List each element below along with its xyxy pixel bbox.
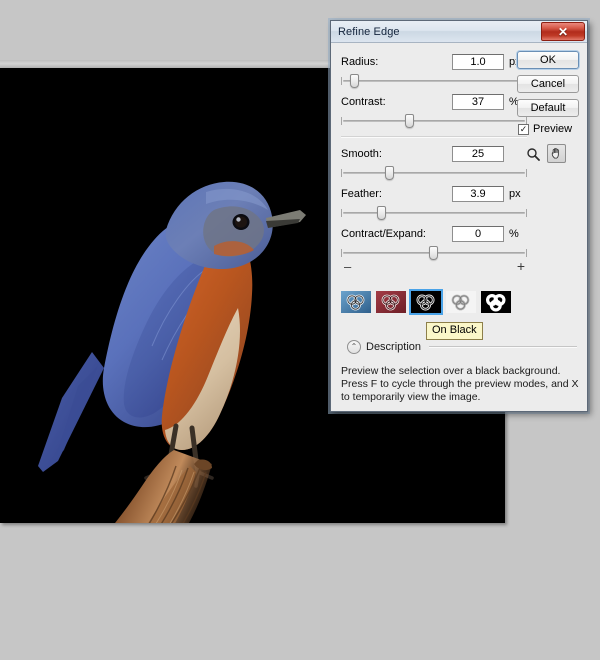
preview-mode-on-layers[interactable] <box>376 291 406 313</box>
dialog-title: Refine Edge <box>338 26 400 38</box>
ok-button[interactable]: OK <box>517 51 579 69</box>
feather-slider[interactable] <box>341 205 527 221</box>
contrast-thumb[interactable] <box>405 114 414 128</box>
preview-mode-list <box>341 291 511 313</box>
feather-track-start <box>341 209 342 217</box>
close-glyph: ✕ <box>558 25 568 39</box>
chevron-up-icon[interactable]: ⌃ <box>347 340 361 354</box>
close-icon[interactable]: ✕ <box>541 22 585 41</box>
radius-input[interactable]: 1.0 <box>452 54 504 70</box>
contrast-input[interactable]: 37 <box>452 94 504 110</box>
on-layers-thumb-icon <box>376 291 406 313</box>
feather-thumb[interactable] <box>377 206 386 220</box>
description-text: Preview the selection over a black backg… <box>341 365 579 404</box>
refine-controls: Radius: 1.0 px Contrast: 37 % <box>341 51 527 275</box>
on-black-thumb-icon <box>411 291 441 313</box>
cancel-button[interactable]: Cancel <box>517 75 579 93</box>
contrast-label: Contrast: <box>341 96 452 108</box>
smooth-thumb[interactable] <box>385 166 394 180</box>
smooth-label: Smooth: <box>341 148 452 160</box>
feather-track-end <box>526 209 527 217</box>
contract-expand-hints: – + <box>341 263 527 275</box>
dialog-tools <box>523 144 579 163</box>
preview-mode-standard[interactable] <box>341 291 371 313</box>
description-rule <box>429 346 577 348</box>
zoom-tool-icon[interactable] <box>523 144 542 163</box>
magnifier-glyph <box>526 147 540 161</box>
contract-expand-input[interactable]: 0 <box>452 226 504 242</box>
dialog-actions: OK Cancel Default ✓ Preview <box>517 51 579 163</box>
photoshop-workspace: Refine Edge ✕ Radius: 1.0 px <box>0 0 600 660</box>
preview-checkbox[interactable]: ✓ <box>518 124 529 135</box>
minus-icon: – <box>344 259 351 274</box>
ce-track-start <box>341 249 342 257</box>
smooth-track <box>343 172 525 174</box>
smooth-input[interactable]: 25 <box>452 146 504 162</box>
preview-mode-on-black[interactable] <box>411 291 441 313</box>
default-button[interactable]: Default <box>517 99 579 117</box>
smooth-track-end <box>526 169 527 177</box>
feather-input[interactable]: 3.9 <box>452 186 504 202</box>
preview-mode-mask[interactable] <box>481 291 511 313</box>
smooth-slider[interactable] <box>341 165 527 181</box>
preview-mode-tooltip: On Black <box>426 322 483 340</box>
on-white-thumb-icon <box>446 291 476 313</box>
feather-label: Feather: <box>341 188 452 200</box>
description-header[interactable]: ⌃ Description <box>347 340 577 354</box>
contract-expand-unit: % <box>509 228 527 240</box>
radius-track <box>343 80 525 82</box>
preview-toggle[interactable]: ✓ Preview <box>518 123 579 135</box>
contrast-slider[interactable] <box>341 113 527 129</box>
contrast-row: Contrast: 37 % <box>341 93 527 111</box>
description-title: Description <box>366 341 421 353</box>
radius-slider[interactable] <box>341 73 527 89</box>
mask-thumb-icon <box>481 291 511 313</box>
smooth-row: Smooth: 25 <box>341 145 527 163</box>
hand-glyph <box>550 147 563 160</box>
contract-expand-label: Contract/Expand: <box>341 228 452 240</box>
radius-track-start <box>341 77 342 85</box>
dialog-body: Radius: 1.0 px Contrast: 37 % <box>331 43 587 411</box>
smooth-track-start <box>341 169 342 177</box>
radius-thumb[interactable] <box>350 74 359 88</box>
preview-label: Preview <box>533 123 572 135</box>
refine-edge-dialog[interactable]: Refine Edge ✕ Radius: 1.0 px <box>330 20 588 412</box>
feather-unit: px <box>509 188 527 200</box>
hand-tool-icon[interactable] <box>547 144 566 163</box>
contrast-track <box>343 120 525 122</box>
contract-expand-slider[interactable] <box>341 245 527 261</box>
preview-mode-on-white[interactable] <box>446 291 476 313</box>
contract-expand-thumb[interactable] <box>429 246 438 260</box>
ce-track-end <box>526 249 527 257</box>
radius-label: Radius: <box>341 56 452 68</box>
feather-track <box>343 212 525 214</box>
feather-row: Feather: 3.9 px <box>341 185 527 203</box>
controls-divider <box>341 136 527 138</box>
plus-icon: + <box>517 258 525 274</box>
contract-expand-row: Contract/Expand: 0 % <box>341 225 527 243</box>
dialog-titlebar[interactable]: Refine Edge ✕ <box>331 21 587 43</box>
radius-row: Radius: 1.0 px <box>341 53 527 71</box>
standard-thumb-icon <box>341 291 371 313</box>
contrast-track-start <box>341 117 342 125</box>
